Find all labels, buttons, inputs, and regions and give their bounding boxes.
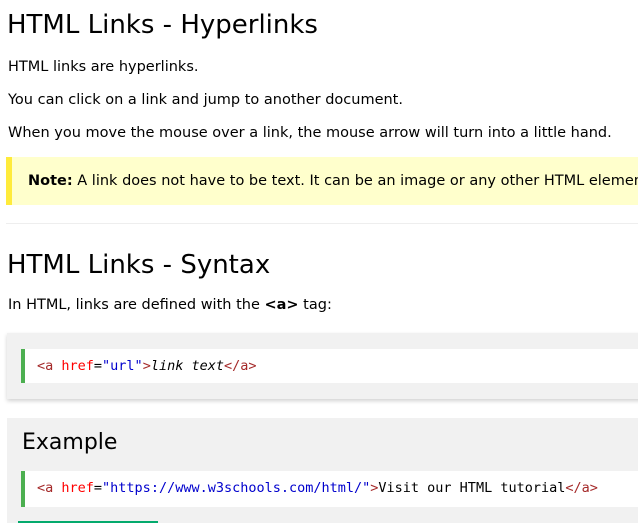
note-label: Note: bbox=[28, 173, 73, 189]
code-attr: href bbox=[53, 358, 94, 374]
code-open-tag-end: > bbox=[142, 358, 151, 374]
intro-paragraph-3: When you move the mouse over a link, the… bbox=[8, 125, 612, 141]
syntax-code-block: <a href="url">link text</a> bbox=[21, 349, 638, 383]
code-open-tag: <a bbox=[37, 358, 54, 374]
example-code-line: <a href="https://www.w3schools.com/html/… bbox=[37, 479, 598, 497]
note-text: Note: A link does not have to be text. I… bbox=[28, 171, 638, 191]
section-divider bbox=[6, 223, 638, 224]
example-code-close-tag: </a> bbox=[565, 480, 598, 496]
syntax-intro: In HTML, links are defined with the <a> … bbox=[8, 295, 332, 315]
page-title: HTML Links - Hyperlinks bbox=[7, 10, 318, 40]
syntax-code-line: <a href="url">link text</a> bbox=[37, 357, 257, 375]
example-code-link-text: Visit our HTML tutorial bbox=[378, 480, 566, 496]
example-code-open-tag: <a bbox=[37, 480, 54, 496]
code-link-text: link text bbox=[150, 358, 224, 374]
code-value: "url" bbox=[102, 358, 143, 374]
note-body: A link does not have to be text. It can … bbox=[72, 173, 638, 189]
intro-paragraph-1: HTML links are hyperlinks. bbox=[8, 59, 199, 75]
syntax-intro-after: tag: bbox=[298, 297, 332, 313]
example-panel: Example <a href="https://www.w3schools.c… bbox=[7, 418, 638, 523]
syntax-heading: HTML Links - Syntax bbox=[7, 250, 271, 280]
intro-paragraph-2: You can click on a link and jump to anot… bbox=[8, 92, 403, 108]
example-code-value: "https://www.w3schools.com/html/" bbox=[102, 480, 371, 496]
syntax-intro-before: In HTML, links are defined with the bbox=[8, 297, 265, 313]
example-code-block: <a href="https://www.w3schools.com/html/… bbox=[21, 471, 638, 507]
example-title: Example bbox=[22, 430, 118, 455]
example-code-eq: = bbox=[93, 480, 103, 496]
note-box: Note: A link does not have to be text. I… bbox=[6, 157, 638, 205]
tutorial-page: HTML Links - Hyperlinks HTML links are h… bbox=[0, 0, 638, 523]
code-close-tag: </a> bbox=[223, 358, 257, 374]
syntax-intro-tag: <a> bbox=[264, 297, 299, 313]
code-eq: = bbox=[93, 358, 103, 374]
syntax-code-panel: <a href="url">link text</a> bbox=[7, 333, 638, 399]
example-code-attr: href bbox=[53, 480, 94, 496]
